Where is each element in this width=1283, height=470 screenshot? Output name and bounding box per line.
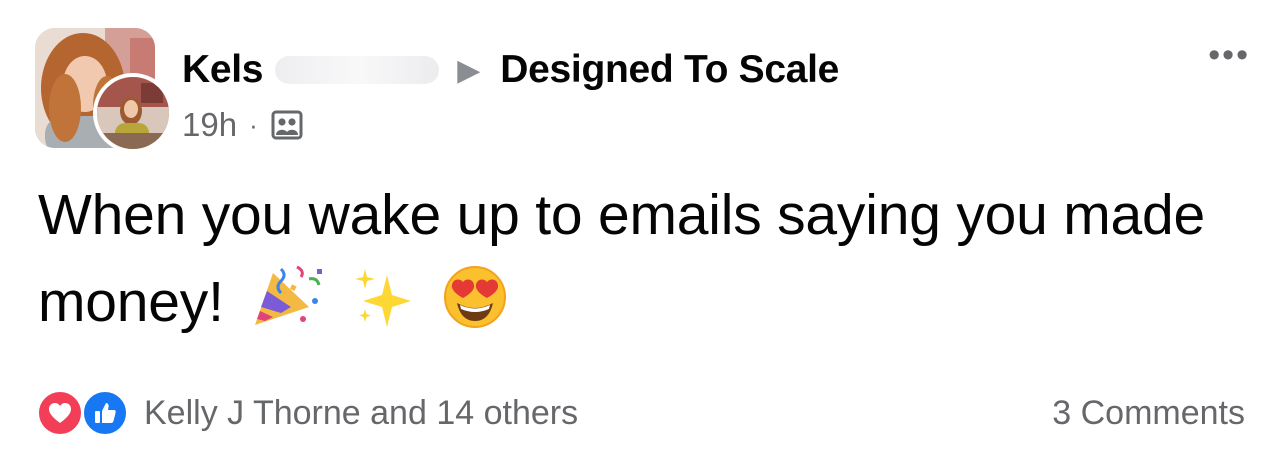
heart-eyes-emoji: [443, 266, 506, 328]
like-reaction-icon: [81, 389, 129, 437]
party-popper-emoji: [255, 265, 323, 325]
reactions-text[interactable]: Kelly J Thorne and 14 others: [144, 394, 578, 433]
post-body: When you wake up to emails saying you ma…: [38, 172, 1258, 346]
avatar-stack: [35, 28, 175, 153]
comments-count[interactable]: 3 Comments: [1052, 394, 1245, 433]
timestamp[interactable]: 19h: [182, 106, 237, 144]
posted-to-arrow-icon: ▶: [457, 53, 481, 87]
author-name[interactable]: Kels: [182, 48, 263, 92]
love-reaction-icon: [36, 389, 84, 437]
reactions-summary[interactable]: Kelly J Thorne and 14 others: [36, 389, 578, 437]
reaction-icons: [36, 389, 136, 437]
more-options-icon[interactable]: •••: [1208, 38, 1250, 72]
user-avatar[interactable]: [93, 73, 173, 153]
post-footer: Kelly J Thorne and 14 others 3 Comments: [36, 388, 1245, 438]
author-surname-redaction: [275, 56, 440, 84]
group-audience-icon: [271, 110, 303, 140]
sparkles-emoji: [355, 269, 412, 327]
post-text: When you wake up to emails saying you ma…: [38, 183, 1206, 334]
post-meta: 19h ·: [182, 106, 304, 144]
post-header: Kels ▶ Designed To Scale: [182, 46, 839, 94]
group-name[interactable]: Designed To Scale: [500, 48, 839, 92]
meta-separator: ·: [249, 109, 258, 140]
